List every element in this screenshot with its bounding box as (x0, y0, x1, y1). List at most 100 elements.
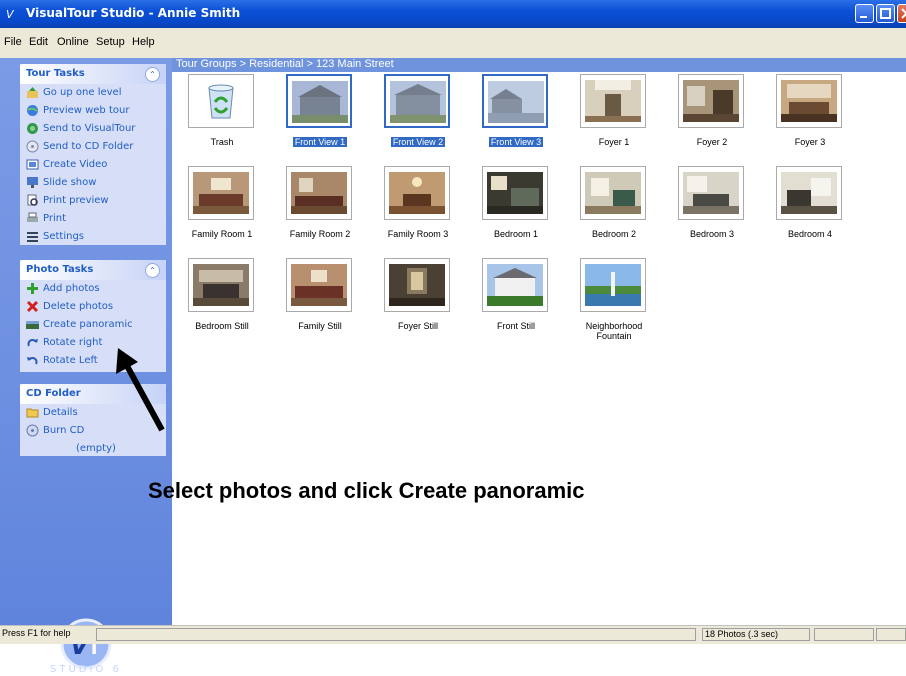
printer-icon (27, 212, 38, 222)
status-pane-end (876, 628, 906, 641)
fountain-photo (585, 264, 641, 306)
house-photo (292, 81, 348, 123)
task-label: Delete photos (43, 301, 114, 312)
task-label: Create panoramic (43, 319, 133, 330)
tour-tasks-panel: Tour Tasks ⌃ Go up one level Preview web… (20, 64, 166, 245)
task-label: Preview web tour (43, 105, 130, 116)
cd-folder-empty: (empty) (20, 440, 166, 458)
status-pane (814, 628, 874, 641)
photo-thumbnail (286, 74, 352, 128)
photo-thumbnail (776, 74, 842, 128)
photo-caption: Front View 2 (390, 137, 446, 147)
app-logo-icon: V (6, 8, 15, 20)
task-label: Details (43, 407, 78, 418)
photo-caption: Foyer 2 (696, 137, 728, 147)
plus-icon (27, 283, 38, 294)
task-delete-photos[interactable]: Delete photos (20, 298, 166, 316)
photo-tasks-header[interactable]: Photo Tasks ⌃ (20, 260, 166, 280)
task-sidebar: Tour Tasks ⌃ Go up one level Preview web… (0, 58, 172, 675)
panoramic-icon (26, 321, 39, 329)
photo-caption: Neighborhood Fountain (585, 321, 643, 341)
task-label: Burn CD (43, 425, 85, 436)
minimize-button[interactable] (855, 4, 874, 23)
task-slide-show[interactable]: Slide show (20, 174, 166, 192)
menu-setup[interactable]: Setup (96, 36, 125, 48)
photo-caption: Family Room 2 (289, 229, 351, 239)
photo-caption: Bedroom 1 (493, 229, 539, 239)
photo-caption: Family Room 3 (387, 229, 449, 239)
task-label: Rotate Left (43, 355, 98, 366)
menu-online[interactable]: Online (57, 36, 89, 48)
task-label: Send to VisualTour (43, 123, 136, 134)
task-label: Add photos (43, 283, 100, 294)
rotate-right-icon (27, 339, 38, 347)
interior-photo (683, 80, 739, 122)
interior-photo (683, 172, 739, 214)
status-bar: Press F1 for help 18 Photos (.3 sec) (0, 625, 906, 644)
task-send-to-cd-folder[interactable]: Send to CD Folder (20, 138, 166, 156)
menu-edit[interactable]: Edit (29, 36, 48, 48)
collapse-icon[interactable]: ⌃ (145, 67, 160, 82)
photo-caption: Front View 3 (488, 137, 544, 147)
task-go-up-one-level[interactable]: Go up one level (20, 84, 166, 102)
house-photo (488, 81, 544, 123)
task-label: Go up one level (43, 87, 122, 98)
task-label: Print preview (43, 195, 109, 206)
photo-thumbnail (188, 258, 254, 312)
photo-caption: Foyer 3 (794, 137, 826, 147)
print-preview-icon (27, 194, 38, 206)
status-photo-count: 18 Photos (.3 sec) (702, 628, 810, 641)
menu-bar: File Edit Online Setup Help (0, 28, 906, 58)
video-icon (26, 159, 39, 170)
photo-caption: Bedroom 3 (689, 229, 735, 239)
instruction-annotation: Select photos and click Create panoramic (148, 478, 585, 503)
task-print-preview[interactable]: Print preview (20, 192, 166, 210)
interior-photo (193, 264, 249, 306)
photo-caption: Bedroom Still (195, 321, 249, 331)
trash-icon (208, 84, 234, 119)
close-button[interactable] (897, 4, 906, 23)
status-empty-pane (96, 628, 696, 641)
task-label: Rotate right (43, 337, 103, 348)
interior-photo (389, 264, 445, 306)
collapse-icon[interactable]: ⌃ (145, 263, 160, 278)
photo-caption: Foyer Still (397, 321, 438, 331)
interior-photo (193, 172, 249, 214)
photo-thumbnail (384, 74, 450, 128)
interior-photo (291, 264, 347, 306)
task-settings[interactable]: Settings (20, 228, 166, 246)
task-add-photos[interactable]: Add photos (20, 280, 166, 298)
folder-icon (26, 408, 39, 418)
settings-icon (27, 232, 38, 242)
task-label: Create Video (43, 159, 108, 170)
task-create-panoramic[interactable]: Create panoramic (20, 316, 166, 334)
window-title: VisualTour Studio - Annie Smith (26, 6, 241, 20)
interior-photo (585, 80, 641, 122)
menu-help[interactable]: Help (132, 36, 155, 48)
photo-thumbnail (286, 166, 352, 220)
photo-tasks-title: Photo Tasks (26, 264, 94, 275)
rotate-left-icon (27, 357, 38, 365)
status-help: Press F1 for help (2, 628, 71, 638)
task-label: Settings (43, 231, 85, 242)
photo-thumbnail (482, 166, 548, 220)
task-label: Send to CD Folder (43, 141, 134, 152)
photo-thumbnail (482, 258, 548, 312)
empty-label: (empty) (76, 443, 116, 454)
task-preview-web-tour[interactable]: Preview web tour (20, 102, 166, 120)
tour-tasks-header[interactable]: Tour Tasks ⌃ (20, 64, 166, 84)
globe-icon (27, 105, 38, 116)
task-create-video[interactable]: Create Video (20, 156, 166, 174)
menu-file[interactable]: File (4, 36, 22, 48)
maximize-button[interactable] (876, 4, 895, 23)
interior-photo (291, 172, 347, 214)
task-send-to-visualtour[interactable]: Send to VisualTour (20, 120, 166, 138)
task-print[interactable]: Print (20, 210, 166, 228)
house-photo (390, 81, 446, 123)
close-icon (901, 8, 906, 19)
photo-caption: Family Still (298, 321, 342, 331)
photo-thumbnail (384, 166, 450, 220)
photo-thumbnail (678, 74, 744, 128)
burn-cd-icon (26, 424, 39, 437)
photo-caption: Trash (210, 137, 234, 147)
